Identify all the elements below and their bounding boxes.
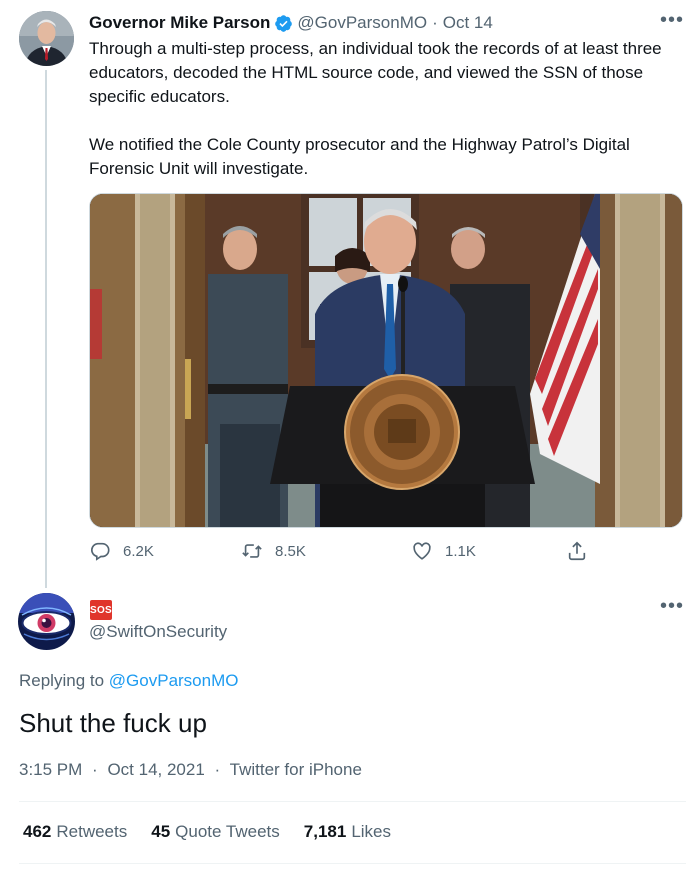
tweet-text-paragraph-2: We notified the Cole County prosecutor a… [89, 135, 630, 178]
divider [19, 801, 686, 802]
tweet-text-paragraph-1: Through a multi-step process, an individ… [89, 39, 662, 106]
thread-line [45, 70, 47, 588]
tweet-date[interactable]: Oct 14 [443, 13, 493, 33]
share-button[interactable] [566, 540, 600, 562]
separator-dot: · [214, 760, 221, 779]
tweet-header: Governor Mike Parson @GovParsonMO · Oct … [89, 12, 686, 34]
tweet-text: Through a multi-step process, an individ… [89, 37, 679, 181]
quote-tweets-stat[interactable]: 45 Quote Tweets [151, 822, 280, 842]
replying-to-label: Replying to [19, 671, 105, 690]
tweet-time[interactable]: 3:15 PM [19, 760, 82, 779]
tweet-photo[interactable] [89, 193, 683, 528]
quote-tweets-count: 45 [151, 822, 171, 841]
share-icon [568, 541, 586, 561]
replying-to: Replying to @GovParsonMO [19, 671, 238, 691]
avatar[interactable] [18, 593, 75, 650]
more-icon[interactable]: ••• [660, 596, 684, 616]
likes-count: 7,181 [303, 822, 347, 841]
like-count: 1.1K [445, 542, 476, 560]
sos-badge: SOS [90, 600, 112, 620]
separator-dot: · [92, 760, 98, 779]
retweets-count: 462 [23, 822, 52, 841]
like-button[interactable]: 1.1K [411, 540, 476, 562]
reply-count: 6.2K [123, 542, 154, 560]
tweet-meta: 3:15 PM · Oct 14, 2021 · Twitter for iPh… [19, 760, 362, 780]
avatar[interactable] [19, 11, 74, 66]
author-name[interactable]: Governor Mike Parson [89, 13, 270, 33]
reply-button[interactable]: 6.2K [89, 540, 154, 562]
retweets-stat[interactable]: 462 Retweets [23, 822, 127, 842]
replying-to-link[interactable]: @GovParsonMO [109, 671, 239, 690]
more-icon[interactable]: ••• [660, 10, 684, 30]
author-handle[interactable]: @SwiftOnSecurity [89, 622, 227, 642]
likes-stat[interactable]: 7,181 Likes [304, 822, 391, 842]
tweet-text: Shut the fuck up [19, 708, 207, 738]
tweet-date[interactable]: Oct 14, 2021 [107, 760, 204, 779]
retweet-count: 8.5K [275, 542, 306, 560]
heart-icon [413, 542, 431, 560]
likes-label: Likes [351, 822, 391, 841]
author-handle[interactable]: @GovParsonMO [297, 13, 427, 33]
divider [19, 863, 686, 864]
tweet-stats: 462 Retweets 45 Quote Tweets 7,181 Likes [23, 822, 415, 842]
tweet-source[interactable]: Twitter for iPhone [230, 760, 362, 779]
quote-tweets-label: Quote Tweets [175, 822, 280, 841]
tweet-actions: 6.2K 8.5K 1.1K [89, 540, 599, 570]
separator-dot: · [432, 13, 438, 32]
reply-icon [91, 542, 110, 561]
verified-badge-icon [274, 14, 293, 33]
retweets-label: Retweets [56, 822, 128, 841]
retweet-button[interactable]: 8.5K [241, 540, 306, 562]
retweet-icon [242, 544, 262, 558]
